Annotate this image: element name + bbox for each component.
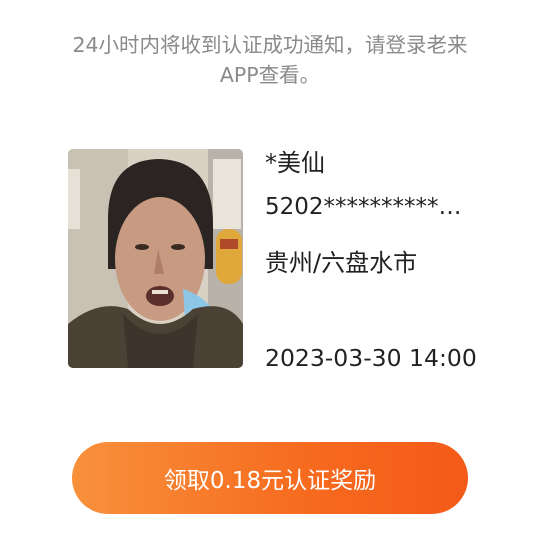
claim-reward-button[interactable]: 领取0.18元认证奖励 [72, 442, 468, 514]
verification-result-page: 24小时内将收到认证成功通知，请登录老来 APP查看。 *美仙 5202****… [0, 0, 540, 540]
person-region: 贵州/六盘水市 [265, 249, 418, 277]
face-photo [68, 149, 243, 368]
verification-datetime: 2023-03-30 14:00 [265, 344, 477, 372]
notice-line-1: 24小时内将收到认证成功通知，请登录老来 [72, 33, 468, 57]
notice-line-2: APP查看。 [219, 63, 321, 87]
verification-notice: 24小时内将收到认证成功通知，请登录老来 APP查看。 [0, 30, 540, 90]
clipped-title-fragment [210, 0, 330, 6]
person-id-number: 5202***********... [265, 194, 470, 220]
person-name: *美仙 [265, 149, 325, 177]
